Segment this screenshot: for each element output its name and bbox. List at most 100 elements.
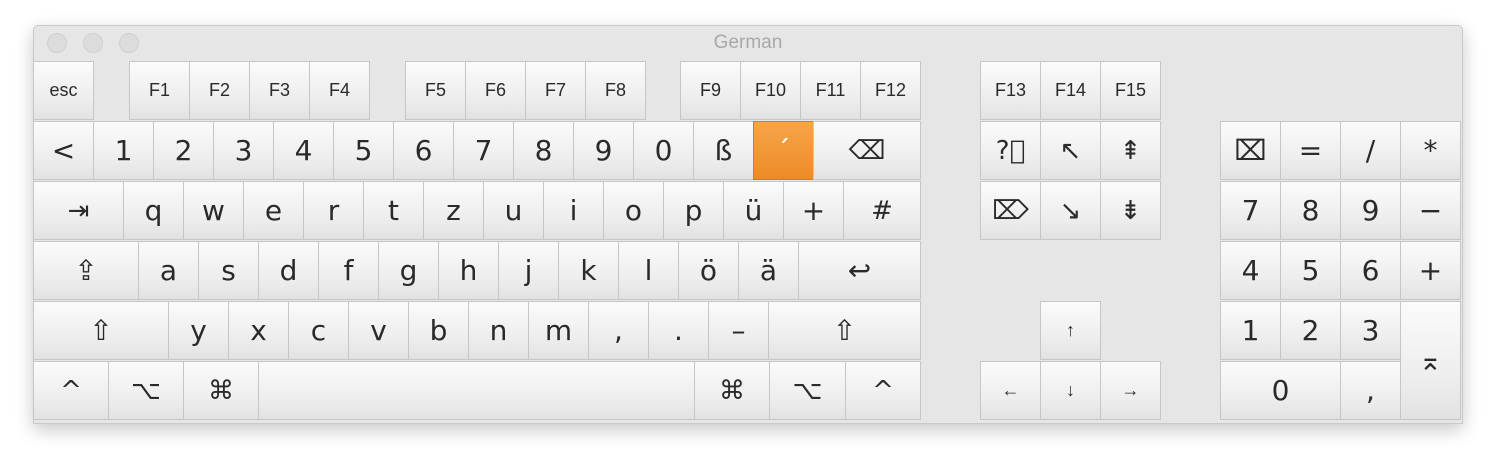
key-function-row-0[interactable]: esc <box>33 61 94 120</box>
key-function-row-6[interactable]: F6 <box>465 61 526 120</box>
key-numpad-17[interactable]: , <box>1340 361 1401 420</box>
key-home-row-8[interactable]: k <box>558 241 619 300</box>
key-nav-cluster-5[interactable]: ⇟ <box>1100 181 1161 240</box>
key-modifier-row-3[interactable] <box>258 361 695 420</box>
key-arrows-2[interactable]: ↓ <box>1040 361 1101 420</box>
key-top-row-9[interactable]: o <box>603 181 664 240</box>
key-function-row-11[interactable]: F11 <box>800 61 861 120</box>
key-bottom-row-7[interactable]: m <box>528 301 589 360</box>
key-numpad-10[interactable]: 6 <box>1340 241 1401 300</box>
key-top-row-7[interactable]: u <box>483 181 544 240</box>
key-nav-cluster-0[interactable]: ?⃝ <box>980 121 1041 180</box>
key-bottom-row-1[interactable]: y <box>168 301 229 360</box>
key-numpad-16[interactable]: 0 <box>1220 361 1341 420</box>
key-top-row-1[interactable]: q <box>123 181 184 240</box>
key-bottom-row-11[interactable]: ⇧ <box>768 301 921 360</box>
key-number-row-0[interactable]: < <box>33 121 94 180</box>
key-arrows-1[interactable]: ← <box>980 361 1041 420</box>
key-numpad-1[interactable]: = <box>1280 121 1341 180</box>
key-numpad-2[interactable]: / <box>1340 121 1401 180</box>
key-home-row-2[interactable]: s <box>198 241 259 300</box>
key-numpad-6[interactable]: 9 <box>1340 181 1401 240</box>
key-function-row-15[interactable]: F15 <box>1100 61 1161 120</box>
key-top-row-4[interactable]: r <box>303 181 364 240</box>
key-function-row-4[interactable]: F4 <box>309 61 370 120</box>
key-function-row-2[interactable]: F2 <box>189 61 250 120</box>
key-home-row-4[interactable]: f <box>318 241 379 300</box>
key-bottom-row-4[interactable]: v <box>348 301 409 360</box>
key-function-row-14[interactable]: F14 <box>1040 61 1101 120</box>
key-top-row-8[interactable]: i <box>543 181 604 240</box>
key-modifier-row-2[interactable]: ⌘ <box>183 361 259 420</box>
key-numpad-12[interactable]: 1 <box>1220 301 1281 360</box>
key-function-row-8[interactable]: F8 <box>585 61 646 120</box>
key-bottom-row-2[interactable]: x <box>228 301 289 360</box>
key-home-row-6[interactable]: h <box>438 241 499 300</box>
key-bottom-row-0[interactable]: ⇧ <box>33 301 169 360</box>
key-number-row-9[interactable]: 9 <box>573 121 634 180</box>
key-numpad-14[interactable]: 3 <box>1340 301 1401 360</box>
key-numpad-13[interactable]: 2 <box>1280 301 1341 360</box>
key-number-row-3[interactable]: 3 <box>213 121 274 180</box>
key-home-row-3[interactable]: d <box>258 241 319 300</box>
key-function-row-7[interactable]: F7 <box>525 61 586 120</box>
key-numpad-3[interactable]: * <box>1400 121 1461 180</box>
key-top-row-5[interactable]: t <box>363 181 424 240</box>
key-arrows-3[interactable]: → <box>1100 361 1161 420</box>
key-number-row-11[interactable]: ß <box>693 121 754 180</box>
key-numpad-7[interactable]: − <box>1400 181 1461 240</box>
key-numpad-4[interactable]: 7 <box>1220 181 1281 240</box>
key-number-row-8[interactable]: 8 <box>513 121 574 180</box>
key-home-row-9[interactable]: l <box>618 241 679 300</box>
key-function-row-5[interactable]: F5 <box>405 61 466 120</box>
key-numpad-5[interactable]: 8 <box>1280 181 1341 240</box>
key-modifier-row-5[interactable]: ⌥ <box>769 361 846 420</box>
key-number-row-7[interactable]: 7 <box>453 121 514 180</box>
key-number-row-1[interactable]: 1 <box>93 121 154 180</box>
key-number-row-10[interactable]: 0 <box>633 121 694 180</box>
key-nav-cluster-2[interactable]: ⇞ <box>1100 121 1161 180</box>
key-bottom-row-3[interactable]: c <box>288 301 349 360</box>
key-function-row-9[interactable]: F9 <box>680 61 741 120</box>
key-numpad-9[interactable]: 5 <box>1280 241 1341 300</box>
key-number-row-12[interactable]: ´ <box>753 121 814 180</box>
key-top-row-10[interactable]: p <box>663 181 724 240</box>
key-numpad-8[interactable]: 4 <box>1220 241 1281 300</box>
key-top-row-0[interactable]: ⇥ <box>33 181 124 240</box>
key-modifier-row-6[interactable]: ^ <box>845 361 921 420</box>
key-home-row-10[interactable]: ö <box>678 241 739 300</box>
key-bottom-row-6[interactable]: n <box>468 301 529 360</box>
key-function-row-1[interactable]: F1 <box>129 61 190 120</box>
key-number-row-5[interactable]: 5 <box>333 121 394 180</box>
key-function-row-13[interactable]: F13 <box>980 61 1041 120</box>
key-bottom-row-5[interactable]: b <box>408 301 469 360</box>
key-home-row-1[interactable]: a <box>138 241 199 300</box>
key-modifier-row-0[interactable]: ^ <box>33 361 109 420</box>
key-home-row-5[interactable]: g <box>378 241 439 300</box>
key-bottom-row-10[interactable]: – <box>708 301 769 360</box>
key-number-row-6[interactable]: 6 <box>393 121 454 180</box>
key-function-row-10[interactable]: F10 <box>740 61 801 120</box>
key-modifier-row-1[interactable]: ⌥ <box>108 361 184 420</box>
key-top-row-12[interactable]: + <box>783 181 844 240</box>
key-top-row-13[interactable]: # <box>843 181 921 240</box>
key-top-row-2[interactable]: w <box>183 181 244 240</box>
key-numpad-11[interactable]: + <box>1400 241 1461 300</box>
key-top-row-6[interactable]: z <box>423 181 484 240</box>
key-nav-cluster-1[interactable]: ↖ <box>1040 121 1101 180</box>
key-number-row-13[interactable]: ⌫ <box>813 121 921 180</box>
key-top-row-3[interactable]: e <box>243 181 304 240</box>
key-top-row-11[interactable]: ü <box>723 181 784 240</box>
key-modifier-row-4[interactable]: ⌘ <box>694 361 770 420</box>
key-number-row-2[interactable]: 2 <box>153 121 214 180</box>
key-function-row-12[interactable]: F12 <box>860 61 921 120</box>
key-nav-cluster-4[interactable]: ↘ <box>1040 181 1101 240</box>
key-arrows-0[interactable]: ↑ <box>1040 301 1101 360</box>
key-numpad-15[interactable]: ⌅ <box>1400 301 1461 420</box>
key-number-row-4[interactable]: 4 <box>273 121 334 180</box>
key-home-row-12[interactable]: ↩ <box>798 241 921 300</box>
key-numpad-0[interactable]: ⌧ <box>1220 121 1281 180</box>
key-home-row-0[interactable]: ⇪ <box>33 241 139 300</box>
key-bottom-row-8[interactable]: , <box>588 301 649 360</box>
key-function-row-3[interactable]: F3 <box>249 61 310 120</box>
